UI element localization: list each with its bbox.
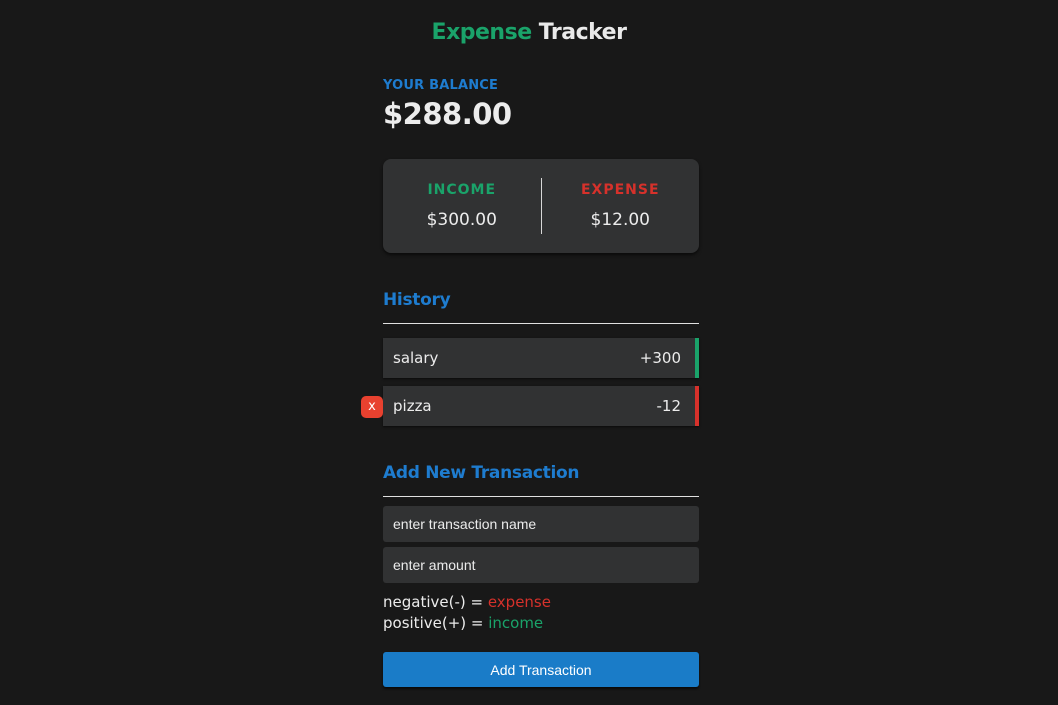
app-title: Expense Tracker [0, 20, 1058, 45]
expense-summary: EXPENSE $12.00 [542, 182, 700, 230]
add-transaction-divider [383, 496, 699, 497]
history-item-amount: +300 [639, 349, 681, 367]
income-value: $300.00 [426, 210, 497, 230]
negative-hint-text: negative(-) = [383, 593, 488, 611]
transaction-name-input[interactable] [383, 506, 699, 542]
history-divider [383, 323, 699, 324]
history-item-pizza[interactable]: x pizza -12 [361, 386, 699, 426]
positive-hint-text: positive(+) = [383, 614, 489, 632]
history-item-name: salary [393, 349, 439, 367]
history-item-name: pizza [393, 397, 432, 415]
income-expense-card: INCOME $300.00 EXPENSE $12.00 [383, 159, 699, 253]
tracker-container: YOUR BALANCE $288.00 INCOME $300.00 EXPE… [361, 78, 699, 687]
balance-value: $288.00 [383, 97, 512, 131]
history-title: History [383, 290, 451, 310]
app-title-tracker: Tracker [538, 20, 627, 45]
balance-label: YOUR BALANCE [383, 78, 499, 93]
expense-value: $12.00 [590, 210, 650, 230]
negative-hint-word: expense [487, 593, 551, 611]
negative-hint: negative(-) = expense [383, 593, 551, 611]
income-label: INCOME [427, 182, 497, 198]
add-transaction-button[interactable]: Add Transaction [383, 652, 699, 687]
history-item-amount: -12 [656, 397, 682, 415]
add-transaction-title: Add New Transaction [383, 463, 580, 483]
app-title-expense: Expense [431, 20, 533, 45]
history-item-salary[interactable]: salary +300 [383, 338, 699, 378]
delete-transaction-button[interactable]: x [361, 396, 383, 418]
transaction-amount-input[interactable] [383, 547, 699, 583]
positive-hint: positive(+) = income [383, 614, 543, 632]
positive-hint-word: income [488, 614, 544, 632]
income-summary: INCOME $300.00 [383, 182, 541, 230]
expense-label: EXPENSE [580, 182, 660, 198]
